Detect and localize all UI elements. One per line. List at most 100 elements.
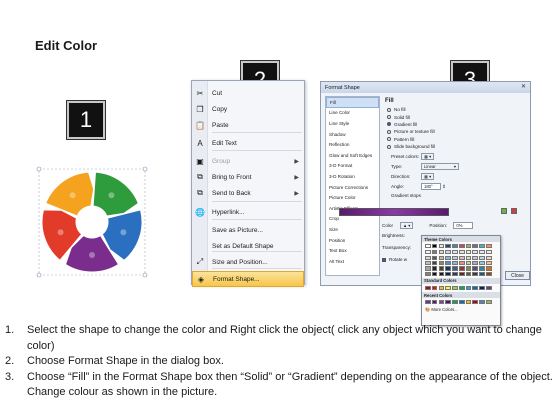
- theme-color-swatch[interactable]: [458, 244, 465, 249]
- category-line-color[interactable]: Line Color: [326, 108, 379, 119]
- angle-input[interactable]: 180°: [421, 183, 441, 190]
- theme-tint-swatch[interactable]: [486, 271, 492, 276]
- theme-tint-swatch[interactable]: [431, 250, 438, 255]
- theme-color-swatch[interactable]: [431, 244, 438, 249]
- category-fill[interactable]: Fill: [326, 97, 379, 108]
- theme-tint-swatch[interactable]: [425, 266, 431, 271]
- theme-tint-swatch[interactable]: [479, 271, 485, 276]
- resize-handle[interactable]: [142, 166, 148, 172]
- theme-tint-swatch[interactable]: [452, 260, 458, 266]
- resize-handle[interactable]: [36, 166, 42, 172]
- theme-tint-swatch[interactable]: [465, 271, 472, 276]
- recent-color-swatch[interactable]: [486, 300, 492, 305]
- category-glow-and-soft-edges[interactable]: Glow and Soft Edges: [326, 150, 379, 161]
- theme-tint-swatch[interactable]: [486, 255, 492, 260]
- theme-tint-swatch[interactable]: [465, 266, 472, 271]
- category-position[interactable]: Position: [326, 235, 379, 246]
- position-input[interactable]: 0%: [453, 222, 474, 229]
- menu-item-copy[interactable]: ❐ Copy: [192, 101, 304, 117]
- menu-item-format-shape[interactable]: ◈ Format Shape...: [192, 271, 304, 287]
- category-3-d-format[interactable]: 3-D Format: [326, 161, 379, 172]
- remove-stop-icon[interactable]: [511, 208, 517, 214]
- category-shadow[interactable]: Shadow: [326, 129, 379, 140]
- resize-handle[interactable]: [142, 272, 148, 278]
- theme-tint-swatch[interactable]: [445, 266, 451, 271]
- theme-tint-swatch[interactable]: [425, 255, 431, 260]
- theme-color-swatch[interactable]: [479, 244, 485, 249]
- rotate-checkbox[interactable]: [382, 257, 386, 262]
- theme-tint-swatch[interactable]: [438, 250, 445, 255]
- theme-tint-swatch[interactable]: [452, 266, 458, 271]
- standard-color-swatch[interactable]: [445, 285, 451, 291]
- direction-dropdown[interactable]: ▦ ▾: [421, 173, 435, 180]
- radio-button[interactable]: [387, 137, 391, 142]
- standard-color-swatch[interactable]: [472, 285, 479, 291]
- theme-tint-swatch[interactable]: [438, 266, 445, 271]
- menu-item-size-and-position[interactable]: ⤢ Size and Position...: [192, 254, 304, 270]
- theme-tint-swatch[interactable]: [465, 260, 472, 266]
- orange-segment[interactable]: [44, 171, 95, 217]
- add-stop-icon[interactable]: [501, 208, 507, 214]
- recent-color-swatch[interactable]: [458, 300, 465, 305]
- theme-tint-swatch[interactable]: [425, 260, 431, 266]
- menu-item-save-as-picture[interactable]: Save as Picture...: [192, 222, 304, 238]
- standard-color-swatch[interactable]: [452, 285, 458, 291]
- theme-tint-swatch[interactable]: [458, 255, 465, 260]
- standard-color-swatch[interactable]: [486, 285, 492, 291]
- circular-arrow-shape[interactable]: [33, 163, 151, 281]
- theme-tint-swatch[interactable]: [465, 250, 472, 255]
- resize-handle[interactable]: [36, 272, 42, 278]
- category-alt-text[interactable]: Alt Text: [326, 256, 379, 267]
- category-line-style[interactable]: Line Style: [326, 118, 379, 129]
- menu-item-paste[interactable]: 📋 Paste: [192, 117, 304, 133]
- fill-option-slide-background-fill[interactable]: Slide background fill: [383, 143, 529, 150]
- theme-tint-swatch[interactable]: [486, 260, 492, 266]
- theme-tint-swatch[interactable]: [445, 271, 451, 276]
- theme-tint-swatch[interactable]: [465, 255, 472, 260]
- fill-option-solid-fill[interactable]: Solid fill: [383, 113, 529, 120]
- close-button[interactable]: Close: [505, 271, 530, 280]
- fill-option-picture-or-texture-fill[interactable]: Picture or texture fill: [383, 128, 529, 135]
- category-3-d-rotation[interactable]: 3-D Rotation: [326, 171, 379, 182]
- theme-tint-swatch[interactable]: [445, 255, 451, 260]
- recent-color-swatch[interactable]: [425, 300, 431, 305]
- theme-tint-swatch[interactable]: [431, 260, 438, 266]
- theme-color-swatch[interactable]: [465, 244, 472, 249]
- theme-color-swatch[interactable]: [425, 244, 431, 249]
- green-segment[interactable]: [92, 171, 139, 217]
- theme-tint-swatch[interactable]: [472, 271, 479, 276]
- standard-color-swatch[interactable]: [458, 285, 465, 291]
- theme-tint-swatch[interactable]: [431, 271, 438, 276]
- theme-color-swatch[interactable]: [438, 244, 445, 249]
- category-reflection[interactable]: Reflection: [326, 139, 379, 150]
- recent-color-swatch[interactable]: [465, 300, 472, 305]
- menu-item-send-to-back[interactable]: ⧉ Send to Back ▶: [192, 185, 304, 201]
- spin-icon[interactable]: ⇕: [442, 184, 446, 190]
- category-picture-corrections[interactable]: Picture Corrections: [326, 182, 379, 193]
- theme-tint-swatch[interactable]: [486, 250, 492, 255]
- theme-color-swatch[interactable]: [486, 244, 492, 249]
- standard-color-swatch[interactable]: [438, 285, 445, 291]
- theme-tint-swatch[interactable]: [438, 255, 445, 260]
- menu-item-bring-to-front[interactable]: ⧉ Bring to Front ▶: [192, 169, 304, 185]
- theme-color-swatch[interactable]: [445, 244, 451, 249]
- fill-option-gradient-fill[interactable]: Gradient fill: [383, 121, 529, 128]
- theme-tint-swatch[interactable]: [472, 250, 479, 255]
- theme-tint-swatch[interactable]: [431, 266, 438, 271]
- theme-tint-swatch[interactable]: [431, 255, 438, 260]
- recent-color-swatch[interactable]: [452, 300, 458, 305]
- theme-tint-swatch[interactable]: [479, 260, 485, 266]
- theme-tint-swatch[interactable]: [479, 266, 485, 271]
- preset-colors-dropdown[interactable]: ▦ ▾: [421, 153, 435, 160]
- standard-color-swatch[interactable]: [425, 285, 431, 291]
- theme-tint-swatch[interactable]: [458, 260, 465, 266]
- menu-item-edit-text[interactable]: A Edit Text: [192, 135, 304, 151]
- theme-tint-swatch[interactable]: [458, 271, 465, 276]
- theme-tint-swatch[interactable]: [472, 255, 479, 260]
- theme-tint-swatch[interactable]: [472, 260, 479, 266]
- theme-tint-swatch[interactable]: [472, 266, 479, 271]
- standard-color-swatch[interactable]: [479, 285, 485, 291]
- theme-color-swatch[interactable]: [452, 244, 458, 249]
- recent-color-swatch[interactable]: [438, 300, 445, 305]
- menu-item-cut[interactable]: ✂ Cut: [192, 85, 304, 101]
